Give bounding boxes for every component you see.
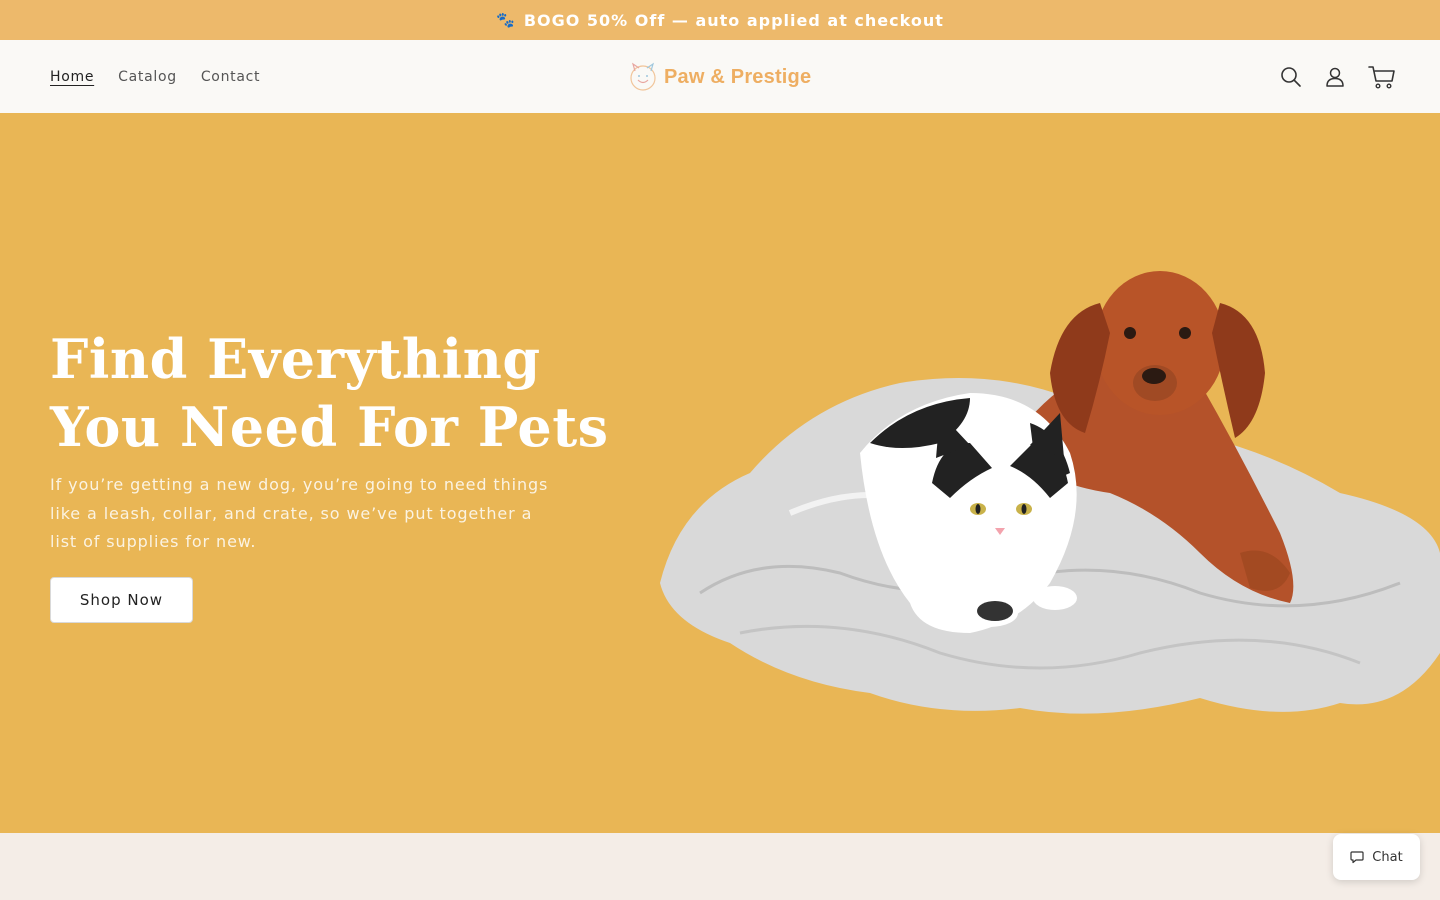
- nav-catalog[interactable]: Catalog: [118, 69, 177, 85]
- site-header: Home Catalog Contact Paw & Prestige: [0, 40, 1440, 113]
- hero-subtitle: If you’re getting a new dog, you’re goin…: [50, 475, 549, 551]
- search-button[interactable]: [1280, 66, 1302, 88]
- logo-text: Paw & Prestige: [664, 65, 812, 88]
- chat-button[interactable]: Chat: [1333, 834, 1420, 880]
- paw-icon: 🐾: [496, 11, 516, 29]
- cart-icon: [1368, 65, 1395, 89]
- nav-contact[interactable]: Contact: [201, 69, 260, 85]
- account-button[interactable]: [1324, 66, 1346, 88]
- cart-button[interactable]: [1368, 63, 1396, 91]
- announcement-text: BOGO 50% Off — auto applied at checkout: [523, 10, 944, 30]
- hero-banner: Find Everything You Need For Pets If you…: [0, 113, 1440, 833]
- hero-title: Find Everything You Need For Pets: [50, 327, 609, 459]
- site-logo[interactable]: Paw & Prestige: [628, 60, 811, 94]
- shop-now-button[interactable]: Shop Now: [50, 577, 193, 623]
- hero-image-cat-dog-blanket: [660, 271, 1440, 714]
- pet-logo-icon: [630, 62, 656, 91]
- header-icons: [1280, 40, 1396, 113]
- chat-bubble-icon: [1350, 851, 1364, 864]
- nav-home[interactable]: Home: [50, 69, 94, 85]
- main-nav: Home Catalog Contact: [50, 40, 260, 113]
- chat-label: Chat: [1372, 849, 1403, 865]
- account-icon: [1326, 67, 1344, 87]
- announcement-bar: 🐾 BOGO 50% Off — auto applied at checkou…: [0, 0, 1440, 40]
- search-icon: [1281, 66, 1301, 87]
